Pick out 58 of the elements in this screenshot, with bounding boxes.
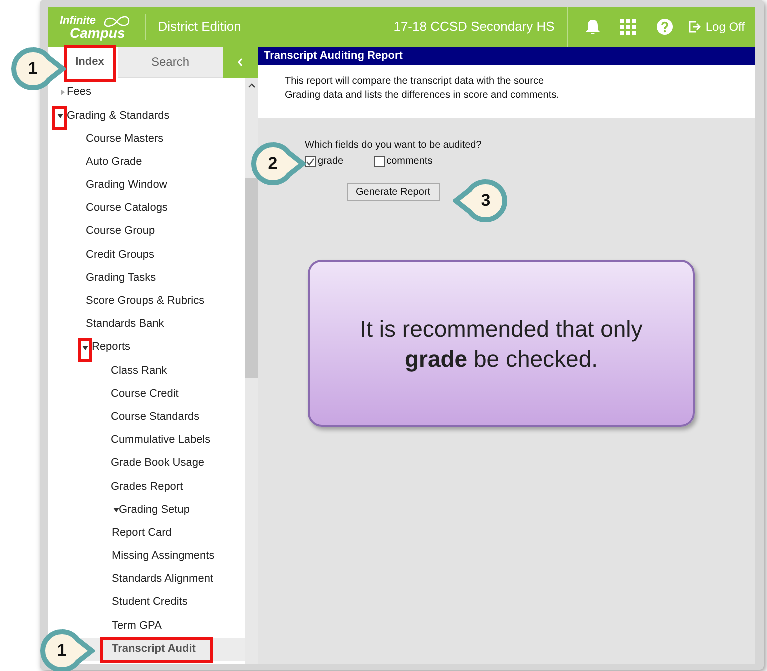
tree-item[interactable]: Grading & Standards — [67, 108, 170, 124]
apps-grid-icon[interactable] — [620, 18, 637, 36]
tree-item[interactable]: Auto Grade — [86, 154, 142, 170]
expanded-triangle-icon[interactable] — [113, 506, 120, 513]
tree-item[interactable]: Standards Bank — [86, 316, 164, 333]
highlight-box — [78, 338, 92, 362]
tree-item[interactable]: Term GPA — [112, 618, 162, 634]
tree-item[interactable]: Score Groups & Rubrics — [86, 293, 205, 310]
tree-item[interactable]: Credit Groups — [86, 246, 154, 264]
swoosh-icon — [103, 14, 132, 28]
tree-item[interactable]: Class Rank — [111, 362, 168, 380]
tree-item[interactable]: Standards Alignment — [112, 571, 214, 588]
expanded-triangle-icon[interactable] — [57, 112, 64, 119]
tree-item[interactable]: Course Standards — [111, 408, 200, 426]
description-text: This report will compare the transcript data with the source — [285, 75, 544, 89]
tree-item[interactable]: Course Group — [86, 223, 156, 240]
tree-item[interactable]: Fees — [67, 84, 92, 101]
checkbox[interactable] — [374, 156, 385, 167]
description-text: Grading data and lists the differences in score and comments. — [285, 89, 560, 103]
highlight-box — [64, 45, 116, 82]
checkbox-label: comments — [386, 157, 433, 167]
callout-badge: 3 — [453, 179, 508, 223]
tree-item[interactable]: Course Credit — [111, 386, 179, 402]
bell-icon[interactable] — [584, 18, 602, 36]
tree-item[interactable]: Grading Setup — [119, 502, 190, 518]
tree-item[interactable]: Reports — [92, 339, 131, 356]
checkbox-label: grade — [318, 157, 344, 167]
tree-item[interactable]: Course Catalogs — [86, 200, 168, 217]
note-text: It is recommended that only grade be checked. — [359, 314, 644, 374]
tree-item[interactable]: Grades Report — [111, 478, 184, 496]
report-title: Transcript Auditing Report — [258, 47, 755, 65]
scrollbar-thumb[interactable] — [245, 178, 258, 378]
tree-item[interactable]: Student Credits — [112, 594, 188, 611]
collapsed-triangle-icon[interactable] — [60, 89, 66, 96]
chevron-left-icon — [237, 58, 244, 67]
tree-item[interactable]: Missing Assingments — [112, 548, 215, 565]
tree-item[interactable]: Grading Tasks — [86, 270, 156, 286]
callout-badge: 1 — [40, 629, 95, 671]
scrollbar[interactable] — [245, 78, 258, 664]
generate-report-button[interactable]: Generate Report — [347, 183, 440, 201]
checkbox[interactable] — [305, 156, 316, 167]
logout-icon — [688, 21, 701, 33]
expanded-triangle-icon[interactable] — [82, 344, 89, 351]
tree-item[interactable]: Transcript Audit — [112, 640, 196, 658]
tree-item[interactable]: Grade Book Usage — [111, 455, 205, 472]
tree-item[interactable]: Cummulative Labels — [111, 432, 211, 449]
sidebar-tab[interactable]: Search — [118, 47, 223, 78]
callout-badge: 2 — [251, 142, 306, 186]
tree-item[interactable]: Report Card — [112, 524, 172, 542]
question-text: Which fields do you want to be audited? — [305, 139, 482, 153]
callout-badge: 1 — [11, 47, 66, 91]
help-icon[interactable] — [656, 19, 673, 35]
tree-item[interactable]: Course Masters — [86, 130, 164, 148]
tree-item[interactable]: Grading Window — [86, 177, 168, 194]
check-icon — [306, 158, 315, 166]
edition-label: District Edition — [158, 18, 242, 36]
highlight-box — [52, 106, 67, 130]
scroll-up-icon[interactable] — [248, 83, 256, 88]
